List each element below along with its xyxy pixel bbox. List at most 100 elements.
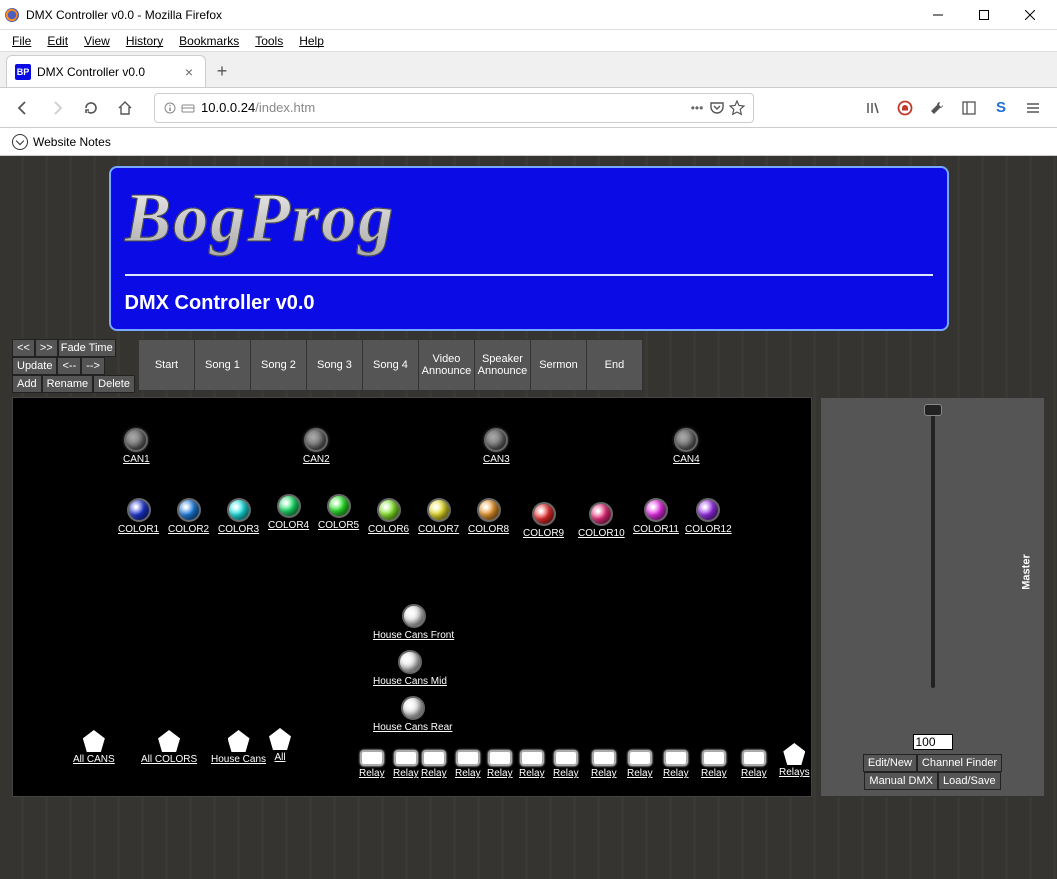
- fixture-relay[interactable]: Relay: [701, 750, 727, 779]
- browser-tab[interactable]: BP DMX Controller v0.0 ×: [6, 55, 206, 87]
- address-bar[interactable]: 10.0.0.24/index.htm •••: [154, 93, 754, 123]
- fixture-color[interactable]: COLOR7: [418, 498, 459, 535]
- extension-wrench-icon[interactable]: [925, 96, 949, 120]
- fixture-color[interactable]: COLOR1: [118, 498, 159, 535]
- master-slider-thumb[interactable]: [924, 404, 942, 416]
- sidebar-icon[interactable]: [957, 96, 981, 120]
- extension-s-icon[interactable]: S: [989, 96, 1013, 120]
- fixture-color[interactable]: COLOR12: [685, 498, 732, 535]
- security-icon[interactable]: [179, 101, 197, 115]
- fixture-relay[interactable]: Relay: [591, 750, 617, 779]
- nav-forward-button[interactable]: [42, 93, 72, 123]
- fixture-can[interactable]: CAN1: [123, 428, 150, 465]
- site-info-icon[interactable]: [161, 101, 179, 115]
- cue-tab[interactable]: End: [587, 339, 643, 391]
- page-actions-icon[interactable]: •••: [687, 101, 707, 115]
- color-knob-icon: [177, 498, 201, 522]
- fixture-label: Relay: [455, 768, 481, 779]
- library-icon[interactable]: [861, 96, 885, 120]
- fixture-label: COLOR7: [418, 524, 459, 535]
- bookmark-item[interactable]: Website Notes: [8, 132, 115, 152]
- fixture-relay[interactable]: Relay: [663, 750, 689, 779]
- new-tab-button[interactable]: +: [206, 55, 238, 87]
- menu-help[interactable]: Help: [291, 32, 332, 50]
- cue-tab[interactable]: Sermon: [531, 339, 587, 391]
- side-button[interactable]: Edit/New: [863, 754, 917, 772]
- cue-tab[interactable]: Video Announce: [419, 339, 475, 391]
- hamburger-menu-icon[interactable]: [1021, 96, 1045, 120]
- menu-tools[interactable]: Tools: [247, 32, 291, 50]
- fixture-house-can[interactable]: House Cans Front: [373, 604, 454, 641]
- fixture-color[interactable]: COLOR10: [578, 502, 625, 539]
- relay-icon: [554, 750, 578, 766]
- menu-history[interactable]: History: [118, 32, 171, 50]
- pocket-icon[interactable]: [707, 100, 727, 116]
- cue-tab[interactable]: Speaker Announce: [475, 339, 531, 391]
- cue-fadetime-button[interactable]: Fade Time: [58, 339, 116, 357]
- fixture-house-can[interactable]: House Cans Mid: [373, 650, 447, 687]
- fixture-color[interactable]: COLOR11: [633, 498, 679, 535]
- master-slider[interactable]: [931, 408, 935, 688]
- cue-rename-button[interactable]: Rename: [42, 375, 94, 393]
- fixture-group[interactable]: All: [269, 728, 291, 763]
- menu-view[interactable]: View: [76, 32, 118, 50]
- fixture-can[interactable]: CAN3: [483, 428, 510, 465]
- fixture-group[interactable]: All COLORS: [141, 730, 197, 765]
- menu-edit[interactable]: Edit: [39, 32, 76, 50]
- banner-subtitle: DMX Controller v0.0: [125, 292, 933, 315]
- cue-tab[interactable]: Song 4: [363, 339, 419, 391]
- cue-tab[interactable]: Start: [139, 339, 195, 391]
- fixture-color[interactable]: COLOR9: [523, 502, 564, 539]
- nav-back-button[interactable]: [8, 93, 38, 123]
- fixture-relays-group[interactable]: Relays: [779, 743, 810, 778]
- fixture-label: All: [274, 752, 285, 763]
- fixture-relay[interactable]: Relay: [519, 750, 545, 779]
- cue-tab[interactable]: Song 1: [195, 339, 251, 391]
- fixture-can[interactable]: CAN2: [303, 428, 330, 465]
- cue-delete-button[interactable]: Delete: [93, 375, 135, 393]
- fixture-group[interactable]: House Cans: [211, 730, 266, 765]
- fixture-relay[interactable]: Relay: [359, 750, 385, 779]
- window-minimize-button[interactable]: [915, 0, 961, 30]
- fixture-house-can[interactable]: House Cans Rear: [373, 696, 452, 733]
- fixture-color[interactable]: COLOR2: [168, 498, 209, 535]
- cue-nav-prev-button[interactable]: <<: [12, 339, 35, 357]
- nav-home-button[interactable]: [110, 93, 140, 123]
- cue-update-button[interactable]: Update: [12, 357, 57, 375]
- master-value[interactable]: 100: [913, 734, 953, 750]
- cue-tab[interactable]: Song 2: [251, 339, 307, 391]
- fixture-relay[interactable]: Relay: [455, 750, 481, 779]
- extension-ghostery-icon[interactable]: [893, 96, 917, 120]
- cue-add-button[interactable]: Add: [12, 375, 42, 393]
- tab-close-button[interactable]: ×: [181, 64, 197, 80]
- fixture-relay[interactable]: Relay: [393, 750, 419, 779]
- fixture-can[interactable]: CAN4: [673, 428, 700, 465]
- fixture-color[interactable]: COLOR4: [268, 494, 309, 531]
- side-button[interactable]: Load/Save: [938, 772, 1001, 790]
- cue-tab[interactable]: Song 3: [307, 339, 363, 391]
- fixture-relay[interactable]: Relay: [741, 750, 767, 779]
- window-close-button[interactable]: [1007, 0, 1053, 30]
- menu-file[interactable]: File: [4, 32, 39, 50]
- fixture-group[interactable]: All CANS: [73, 730, 115, 765]
- cue-move-left-button[interactable]: <--: [57, 357, 81, 375]
- fixture-label: COLOR3: [218, 524, 259, 535]
- fixture-relay[interactable]: Relay: [487, 750, 513, 779]
- fixture-relay[interactable]: Relay: [421, 750, 447, 779]
- fixture-relay[interactable]: Relay: [627, 750, 653, 779]
- menu-bookmarks[interactable]: Bookmarks: [171, 32, 247, 50]
- cue-nav-next-button[interactable]: >>: [35, 339, 58, 357]
- side-button[interactable]: Channel Finder: [917, 754, 1002, 772]
- side-button[interactable]: Manual DMX: [864, 772, 938, 790]
- window-maximize-button[interactable]: [961, 0, 1007, 30]
- cue-move-right-button[interactable]: -->: [81, 357, 105, 375]
- fixture-color[interactable]: COLOR8: [468, 498, 509, 535]
- bookmark-star-icon[interactable]: [727, 100, 747, 116]
- fixture-color[interactable]: COLOR5: [318, 494, 359, 531]
- fixture-color[interactable]: COLOR3: [218, 498, 259, 535]
- nav-reload-button[interactable]: [76, 93, 106, 123]
- fixture-relay[interactable]: Relay: [553, 750, 579, 779]
- master-panel: Master 100 Edit/NewChannel FinderManual …: [820, 397, 1045, 797]
- relay-icon: [360, 750, 384, 766]
- fixture-color[interactable]: COLOR6: [368, 498, 409, 535]
